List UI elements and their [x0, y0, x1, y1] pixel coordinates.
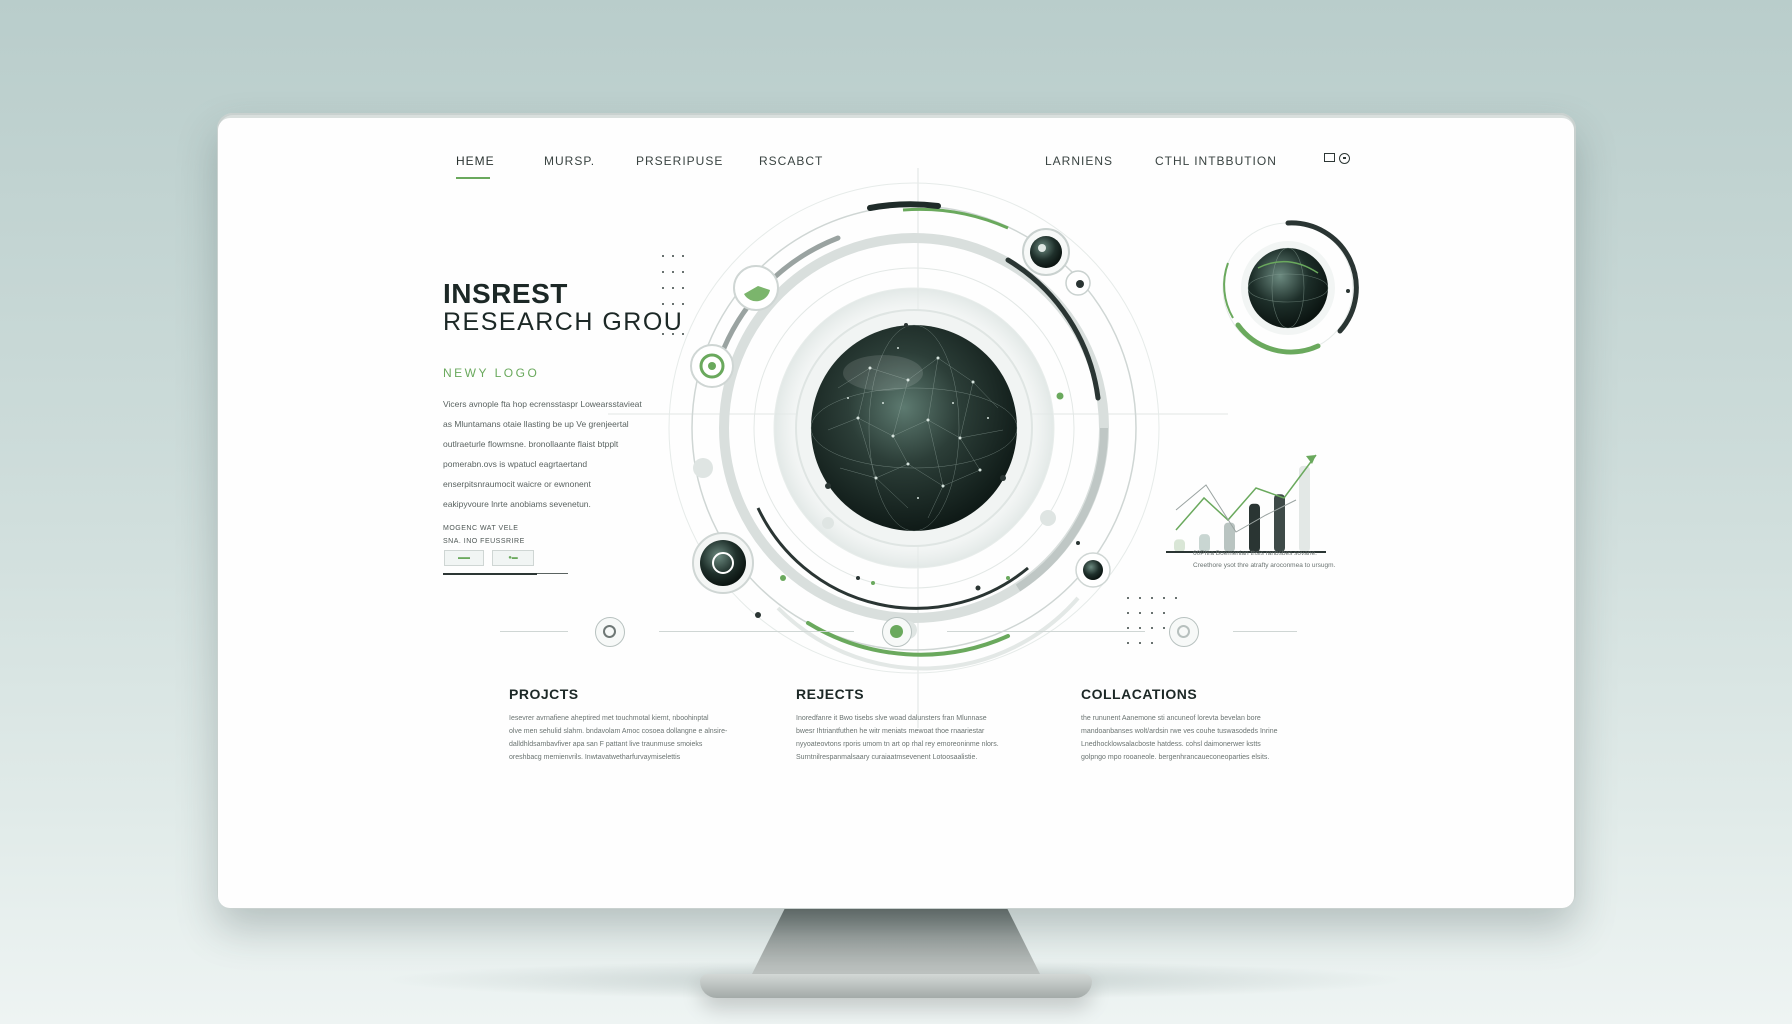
nav-item-home[interactable]: HEME — [456, 154, 495, 168]
secondary-arc-green-left — [1223, 262, 1234, 319]
chart-caption-line: Creethore ysot thre atrafty aroconmea to… — [1193, 562, 1336, 569]
projects-icon[interactable] — [595, 617, 625, 647]
section-line: Lnedhocklowsalacboste hatdess. cohsl dai… — [1081, 741, 1261, 748]
monitor-stand-base — [700, 974, 1092, 998]
hero-rule-accent — [443, 573, 537, 575]
window-icon[interactable] — [1324, 153, 1335, 162]
secondary-globe-sphere — [1248, 248, 1328, 328]
hero-tagline: NEWY LOGO — [443, 366, 540, 380]
globe-highlight — [843, 355, 923, 391]
divider-line — [659, 631, 854, 632]
section-line: dalldhldsambavfiver apa san F pattant li… — [509, 741, 703, 748]
hero-button-secondary[interactable]: ●▬ — [492, 550, 534, 566]
ring-arc-dark-top — [867, 201, 941, 211]
section-line: nyyoateovtons rporis umom tn art op rhal… — [796, 741, 999, 748]
divider-line — [500, 631, 568, 632]
section-line: the rununent Aanemone sti ancuneof lorev… — [1081, 715, 1261, 722]
chart-bar — [1174, 539, 1185, 552]
divider-line — [947, 631, 1145, 632]
trend-arrow-icon — [1306, 455, 1316, 464]
hero-button-primary[interactable]: ▬▬ — [444, 550, 484, 566]
chart-bar — [1249, 503, 1260, 552]
collaborations-icon[interactable] — [1169, 617, 1199, 647]
section-title: REJECTS — [796, 686, 865, 702]
nav-item-about[interactable]: MURSP. — [544, 154, 595, 168]
nav-item-careers[interactable]: LARNIENS — [1045, 154, 1113, 168]
section-line: oreshbacg memienvrils. Inwtavatwetharfur… — [509, 754, 681, 761]
monitor-screen: HEME MURSP. PRSERIPUSE RSCABCT LARNIENS … — [218, 118, 1574, 908]
dot-grid-left — [662, 255, 684, 335]
chart-bar — [1274, 494, 1285, 552]
section-line: olve men sehulid slahm. bndavolam Amoc c… — [509, 728, 728, 735]
growth-chart — [1166, 454, 1326, 553]
section-line: Surntnilrespanmalsaary curaiaatmsevenent… — [796, 754, 978, 761]
hero-title: INSREST — [443, 278, 568, 309]
globe-sphere — [811, 325, 1017, 531]
secondary-globe — [1222, 220, 1359, 355]
chart-caption: 60Phra Boemenian thsis ranbsbes sovane. … — [1193, 548, 1353, 572]
orbit-node-top-small — [1065, 270, 1091, 296]
hero-small-line: MOGENC WAT VELE — [443, 525, 519, 532]
section-line: Iesevrer avrnafiene aheptired met touchm… — [509, 715, 709, 722]
globe-illustration — [608, 168, 1228, 728]
orbit-node-topleft — [733, 265, 779, 311]
ring-arc-green-top — [902, 207, 1009, 230]
chart-bar — [1299, 465, 1310, 552]
section-title: PROJCTS — [509, 686, 579, 702]
nav-icons — [1324, 153, 1350, 164]
chart-caption-line: 60Phra Boemenian thsis ranbsbes sovane. — [1193, 550, 1317, 557]
section-title: COLLACATIONS — [1081, 686, 1198, 702]
orbit-node-bottomleft — [692, 532, 754, 594]
nav-item-services[interactable]: PRSERIPUSE — [636, 154, 723, 168]
orbit-node-bottomright — [1075, 552, 1111, 588]
monitor-stand-neck — [750, 908, 1042, 978]
nav-item-research[interactable]: RSCABCT — [759, 154, 823, 168]
section-projects: PROJCTS Iesevrer avrnafiene aheptired me… — [509, 686, 739, 764]
section-line: mandoanbanses wolt/ardsin rwe ves couhe … — [1081, 728, 1278, 735]
nav-active-underline — [456, 177, 490, 179]
orbit-node-left — [690, 344, 734, 388]
divider-line — [1233, 631, 1297, 632]
hero-small-line: SNA. INO FEUSSRIRE — [443, 538, 525, 545]
section-collaborations: COLLACATIONS the rununent Aanemone sti a… — [1081, 686, 1311, 764]
user-circle-icon[interactable] — [1339, 153, 1350, 164]
nav-item-contribution[interactable]: CTHL INTBBUTION — [1155, 154, 1277, 168]
section-line: Inoredfanre it Bwo tisebs slve woad dalu… — [796, 715, 987, 722]
section-rejects: REJECTS Inoredfanre it Bwo tisebs slve w… — [796, 686, 1026, 764]
hero-small-text: MOGENC WAT VELE SNA. INO FEUSSRIRE — [443, 522, 525, 548]
section-line: golpngo mpo rooaneole. bergenhrancauecon… — [1081, 754, 1270, 761]
rejects-icon[interactable] — [882, 617, 912, 647]
orbit-node-top — [1022, 228, 1070, 276]
section-line: bwesr Ihtriantfuthen he witr meniats rne… — [796, 728, 985, 735]
